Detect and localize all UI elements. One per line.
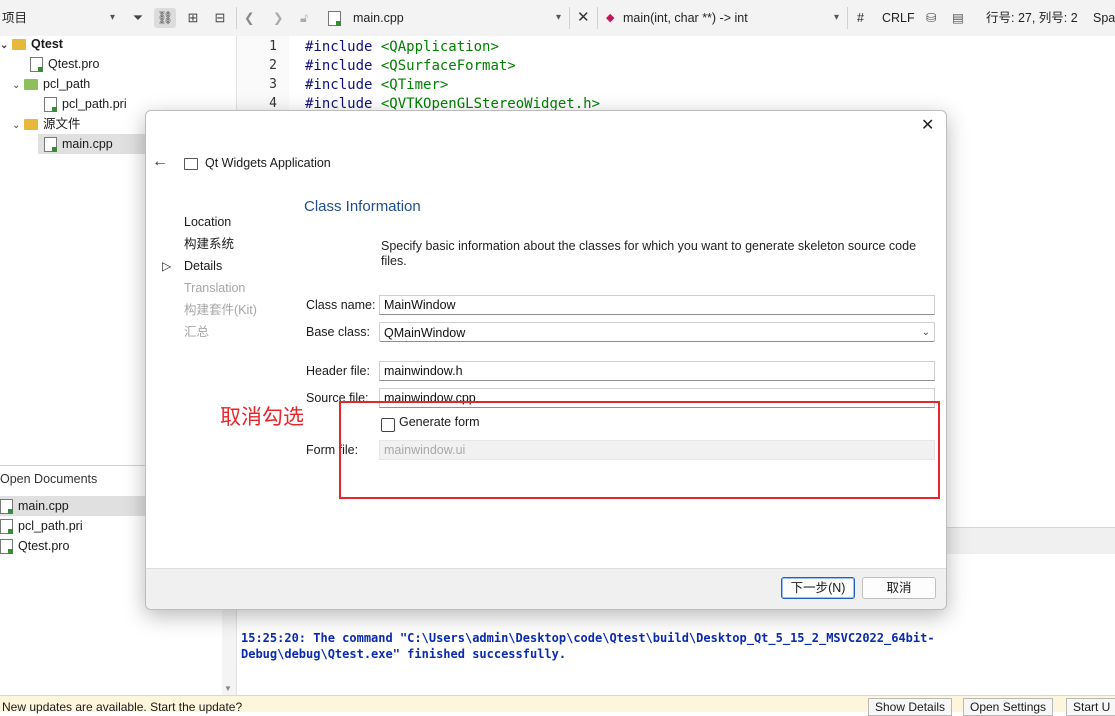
link-icon[interactable]: ⛓: [154, 8, 176, 28]
page-title: Class Information: [304, 198, 421, 215]
code-line: #include <QTimer>: [305, 77, 449, 93]
chevron-down-icon[interactable]: ▾: [834, 0, 839, 36]
cpp-file-icon: [0, 499, 13, 515]
divider: [597, 7, 598, 29]
tree-item-file[interactable]: pcl_path.pri: [44, 94, 127, 114]
line-number: 3: [269, 77, 277, 92]
forward-icon[interactable]: ❯: [273, 0, 283, 36]
open-document-item[interactable]: pcl_path.pri: [0, 516, 83, 536]
step-location: Location: [184, 215, 232, 229]
header-file-label: Header file:: [306, 364, 370, 378]
annotation-text: 取消勾选: [220, 406, 304, 429]
cursor-position[interactable]: 行号: 27, 列号: 2: [986, 0, 1078, 36]
page-description: Specify basic information about the clas…: [381, 239, 917, 268]
cancel-button[interactable]: 取消: [862, 577, 936, 599]
chevron-down-icon[interactable]: ⌄: [0, 36, 12, 56]
document-icon[interactable]: ▤: [952, 0, 964, 36]
close-icon[interactable]: ✕: [921, 115, 934, 135]
base-class-label: Base class:: [306, 325, 370, 339]
header-file-input[interactable]: [379, 361, 935, 381]
line-number: 4: [269, 96, 277, 111]
open-settings-button[interactable]: Open Settings: [963, 698, 1054, 716]
tree-item-file[interactable]: Qtest.pro: [30, 54, 99, 74]
step-build-system: 构建系统: [184, 237, 235, 251]
show-details-button[interactable]: Show Details: [868, 698, 953, 716]
file-selector[interactable]: main.cpp: [353, 0, 404, 36]
base-class-select[interactable]: QMainWindow ⌄: [379, 322, 935, 342]
back-icon[interactable]: ❮: [244, 0, 254, 36]
chevron-down-icon[interactable]: ▾: [110, 0, 115, 36]
project-view-selector[interactable]: 项目: [2, 0, 27, 36]
tree-item-project[interactable]: ⌄ Qtest: [0, 34, 63, 54]
line-number: 2: [269, 58, 277, 73]
indent-setting[interactable]: Spa: [1093, 0, 1115, 36]
line-ending-selector[interactable]: CRLF: [882, 0, 915, 36]
hash-indicator[interactable]: #: [857, 0, 864, 36]
annotation-highlight-box: [339, 401, 940, 499]
current-step-arrow-icon: ▷: [162, 259, 172, 273]
code-line: #include <QSurfaceFormat>: [305, 58, 516, 74]
chevron-down-icon[interactable]: ⌄: [922, 323, 930, 343]
tree-item-folder[interactable]: ⌄ pcl_path: [12, 74, 90, 94]
pro-file-icon: [0, 539, 13, 555]
divider: [236, 7, 237, 29]
top-toolbar: 项目 ▾ ⏷ ⛓ ⊞ ⊟ ❮ ❯ 🔓︎ main.cpp ▾ ✕ ◆ main(…: [0, 0, 1115, 37]
pro-file-icon: [30, 57, 43, 73]
cpp-file-icon: [44, 137, 57, 153]
back-arrow-icon[interactable]: ←: [152, 153, 168, 171]
dialog-footer: 下一步(N) 取消: [146, 568, 946, 609]
chevron-down-icon[interactable]: ⌄: [12, 116, 24, 136]
chevron-down-icon[interactable]: ⌄: [12, 76, 24, 96]
open-document-item[interactable]: Qtest.pro: [0, 536, 69, 556]
split-icon[interactable]: ⊞: [182, 8, 204, 28]
folder-icon: [24, 119, 38, 131]
wizard-title: Qt Widgets Application: [205, 156, 331, 170]
step-summary: 汇总: [184, 325, 210, 339]
scroll-down-icon[interactable]: ▼: [224, 684, 232, 693]
collapse-icon[interactable]: ⊟: [209, 8, 231, 28]
tree-item-folder[interactable]: ⌄ 源文件: [12, 114, 81, 134]
class-name-label: Class name:: [306, 298, 376, 312]
encoding-icon[interactable]: ⛁: [926, 0, 936, 36]
pri-file-icon: [44, 97, 57, 113]
step-translation: Translation: [184, 281, 246, 295]
project-icon: [12, 39, 26, 51]
application-icon: [184, 158, 198, 170]
open-document-item[interactable]: main.cpp: [0, 496, 146, 516]
update-message: New updates are available. Start the upd…: [2, 700, 243, 714]
step-details: Details: [184, 259, 223, 273]
next-button[interactable]: 下一步(N): [781, 577, 855, 599]
function-icon: ◆: [606, 12, 615, 24]
lock-icon[interactable]: 🔓︎: [300, 0, 308, 36]
start-update-button[interactable]: Start U: [1066, 698, 1115, 716]
file-icon: [328, 0, 346, 36]
divider: [569, 7, 570, 29]
tree-item-file-selected[interactable]: main.cpp: [38, 134, 146, 154]
output-text: 15:25:20: The command "C:\Users\admin\De…: [241, 631, 935, 661]
close-icon[interactable]: ✕: [577, 0, 590, 36]
line-number: 1: [269, 39, 277, 54]
step-kits: 构建套件(Kit): [184, 303, 257, 317]
folder-icon: [24, 79, 38, 91]
new-project-wizard-dialog: ✕ ← Qt Widgets Application Location 构建系统…: [145, 110, 947, 610]
update-notification-bar: New updates are available. Start the upd…: [0, 695, 1115, 716]
open-documents-title: Open Documents: [0, 472, 98, 486]
filter-icon[interactable]: ⏷: [127, 8, 149, 28]
pri-file-icon: [0, 519, 13, 535]
divider: [847, 7, 848, 29]
code-line: #include <QApplication>: [305, 39, 499, 55]
chevron-down-icon[interactable]: ▾: [556, 0, 561, 36]
function-selector[interactable]: main(int, char **) -> int: [623, 0, 748, 36]
class-name-input[interactable]: [379, 295, 935, 315]
